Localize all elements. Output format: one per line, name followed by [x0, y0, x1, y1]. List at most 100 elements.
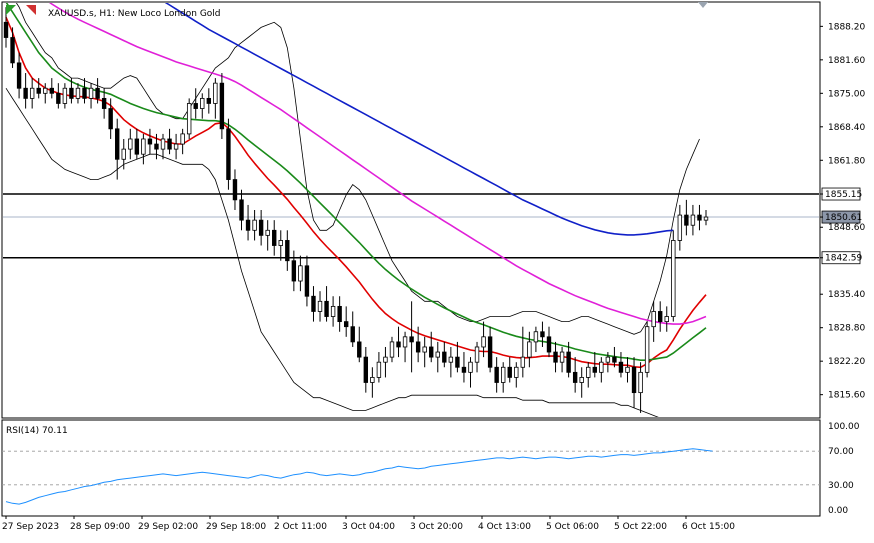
candle-body [291, 260, 297, 282]
price-axis-label: 1875.00 [828, 89, 865, 99]
trading-chart-window[interactable]: 1888.20 1881.60 1875.00 1868.40 1861.80 1855.… [0, 0, 874, 538]
candle-body [494, 366, 499, 383]
candle-body [154, 143, 159, 150]
candle-body [396, 341, 401, 348]
candle-body [200, 97, 205, 109]
candle-body [684, 214, 689, 226]
candle-body [160, 138, 166, 150]
candle-body [389, 341, 395, 358]
price-axis-label: 1835.40 [828, 290, 865, 300]
price-axis-label: 1881.60 [828, 56, 865, 66]
chart-title: XAUUSD.s, H1: New Loco London Gold [48, 9, 221, 19]
price-axis-label: 1868.40 [828, 123, 865, 133]
time-axis-label: 28 Sep 09:00 [70, 522, 130, 532]
candle-body [23, 87, 28, 99]
price-axis-label: 1861.80 [828, 156, 865, 166]
price-axis-label: 1850.61 [825, 213, 862, 223]
candle-body [448, 356, 454, 363]
candle-body [167, 138, 172, 150]
candle-body [258, 219, 264, 236]
candle-body [402, 336, 408, 348]
time-axis-label: 6 Oct 15:00 [682, 522, 735, 532]
candle-body [579, 377, 584, 383]
price-axis-label: 1842.59 [825, 254, 862, 264]
price-axis-label: 1822.20 [828, 357, 865, 367]
candle-body [559, 351, 565, 363]
candle-body [330, 305, 336, 317]
candle-body [461, 366, 467, 373]
candle-body [507, 366, 512, 378]
price-axis-label: 1848.60 [828, 223, 865, 233]
candle-body [697, 214, 702, 221]
candle-body [213, 82, 218, 104]
candle-body [62, 87, 68, 104]
rsi-title: RSI(14) 70.11 [6, 426, 68, 436]
candle-body [56, 92, 61, 104]
candle-body [206, 97, 212, 104]
candle-body [337, 305, 342, 323]
candle-body [317, 300, 323, 312]
candle-body [115, 128, 120, 160]
candle-body [245, 219, 251, 231]
candle-body [631, 366, 637, 394]
price-axis-label: 1855.15 [825, 190, 862, 200]
time-axis-label: 29 Sep 18:00 [206, 522, 266, 532]
candle-body [376, 361, 382, 378]
candle-body [612, 356, 617, 363]
time-axis-label: 3 Oct 20:00 [410, 522, 463, 532]
candle-body [487, 336, 493, 368]
candle-body [265, 229, 270, 236]
price-chart-canvas[interactable]: 1888.20 1881.60 1875.00 1868.40 1861.80 1855.… [0, 0, 874, 538]
candle-body [180, 133, 185, 145]
candle-body [468, 361, 473, 373]
candle-body [500, 366, 506, 383]
candle-body [592, 366, 597, 373]
candle-body [455, 356, 460, 368]
candle-body [239, 199, 244, 221]
time-axis-label: 5 Oct 22:00 [614, 522, 667, 532]
candle-body [128, 138, 133, 150]
candle-body [173, 143, 179, 150]
price-pane-frame [1, 1, 821, 419]
candle-body [134, 138, 140, 155]
candle-body [43, 87, 48, 94]
candle-body [95, 87, 100, 99]
candle-body [304, 265, 310, 297]
candle-body [474, 346, 480, 363]
candle-body [219, 82, 225, 130]
candle-body [193, 103, 198, 109]
candle-body [298, 265, 303, 282]
candle-body [514, 366, 519, 378]
price-axis-label: 1815.60 [828, 391, 865, 401]
candle-body [101, 97, 107, 109]
candle-body [690, 214, 696, 226]
candle-body [644, 326, 650, 373]
candle-body [49, 87, 54, 94]
candle-body [252, 219, 257, 231]
rsi-axis-label: 70.00 [828, 447, 854, 457]
candle-body [409, 336, 414, 343]
candle-body [533, 331, 539, 343]
candle-body [651, 311, 656, 328]
candle-body [638, 371, 643, 394]
candle-body [671, 240, 676, 317]
candle-body [442, 351, 447, 363]
rsi-axis-label: 0.00 [828, 506, 848, 516]
candle-body [285, 240, 290, 262]
time-axis-label: 2 Oct 11:00 [274, 522, 327, 532]
price-axis-label: 1828.80 [828, 324, 865, 334]
candle-body [527, 341, 532, 358]
candle-body [343, 321, 349, 328]
candle-body [566, 351, 571, 373]
candle-body [272, 229, 277, 246]
candle-body [586, 366, 591, 378]
candle-body [422, 346, 427, 353]
candle-body [553, 351, 558, 363]
candle-body [350, 326, 355, 343]
candle-body [357, 341, 362, 358]
candle-body [10, 37, 15, 64]
candle-body [605, 356, 611, 363]
candle-body [520, 356, 526, 368]
candle-body [370, 377, 375, 383]
candle-body [16, 62, 22, 89]
